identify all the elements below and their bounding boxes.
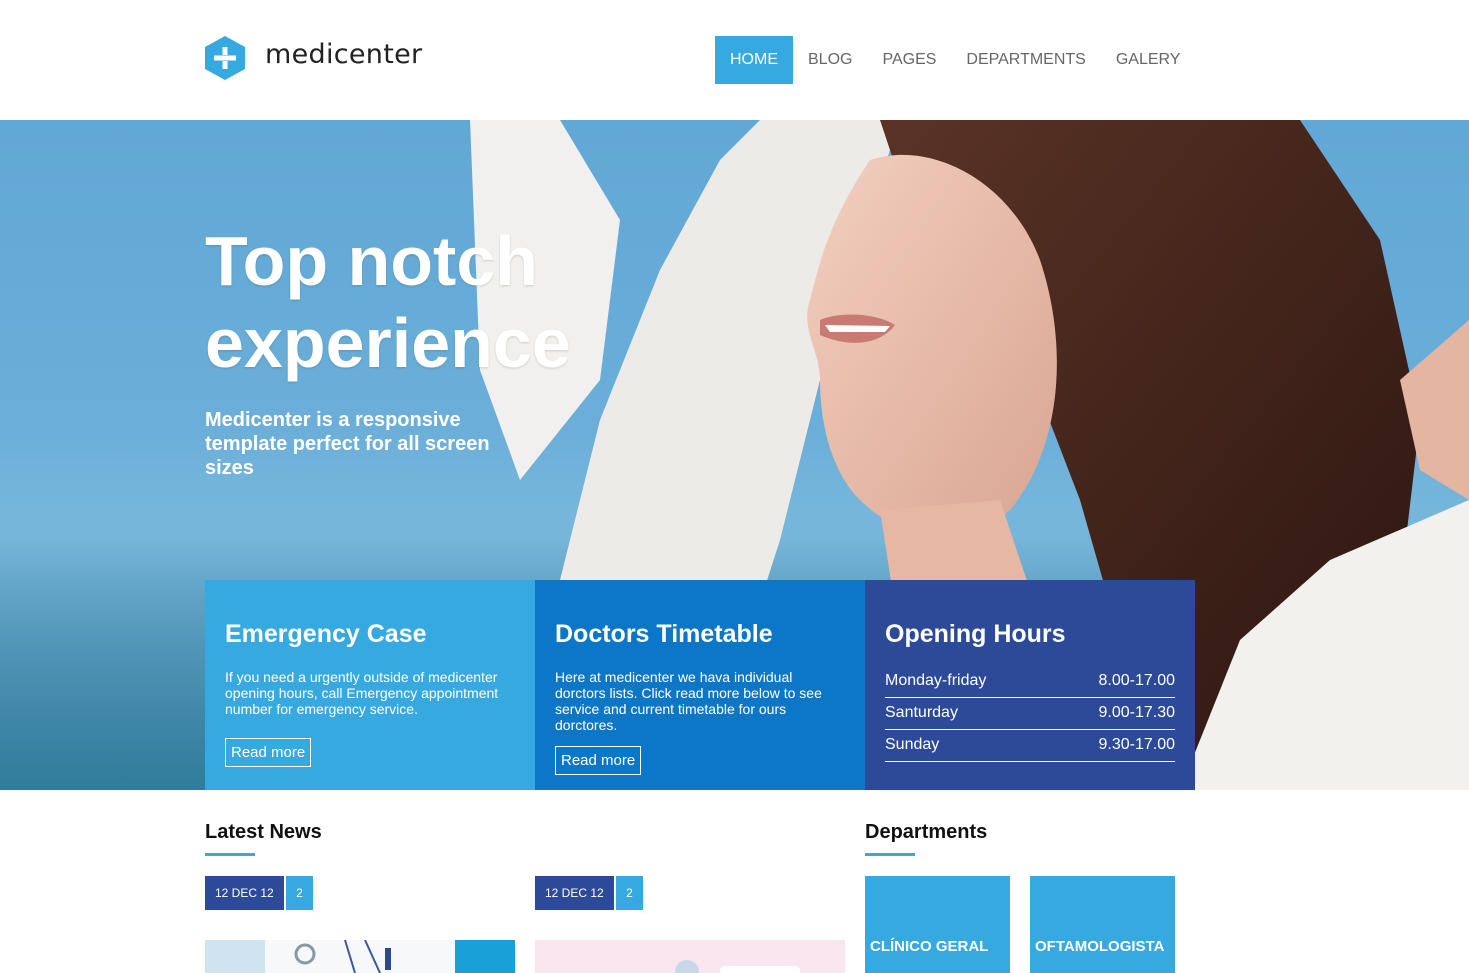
department-clinico-geral[interactable]: CLÍNICO GERAL <box>865 876 1010 973</box>
site-header: medicenter HOME BLOG PAGES DEPARTMENTS G… <box>0 0 1469 120</box>
hours-row: Monday-friday 8.00-17.00 <box>885 666 1175 698</box>
nav-pages[interactable]: PAGES <box>867 36 951 84</box>
news-thumbnail-clinic[interactable] <box>535 940 845 973</box>
news-date-badge: 12 DEC 12 <box>535 876 614 910</box>
hours-time: 8.00-17.00 <box>1098 672 1175 689</box>
hero-subtitle: Medicenter is a responsive template perf… <box>205 409 490 479</box>
main-nav: HOME BLOG PAGES DEPARTMENTS GALERY <box>715 36 1195 84</box>
hero-slider: Top notch experience Medicenter is a res… <box>0 120 1469 790</box>
news-comments-count[interactable]: 2 <box>616 876 643 910</box>
hours-row: Sunday 9.30-17.00 <box>885 730 1175 762</box>
hours-day: Sunday <box>885 736 940 753</box>
emergency-read-more-button[interactable]: Read more <box>225 738 312 767</box>
nav-home[interactable]: HOME <box>715 36 793 84</box>
emergency-text: If you need a urgently outside of medice… <box>225 669 499 717</box>
timetable-box: Doctors Timetable Here at medicenter we … <box>535 580 865 790</box>
nav-blog[interactable]: BLOG <box>793 36 867 84</box>
logo[interactable]: medicenter <box>205 36 422 80</box>
emergency-title: Emergency Case <box>225 620 427 648</box>
latest-news-underline <box>205 853 255 856</box>
hero-title-line-2: experience <box>205 304 571 382</box>
hero-title-line-1: Top notch <box>205 222 539 300</box>
emergency-box: Emergency Case If you need a urgently ou… <box>205 580 535 790</box>
doctor-image <box>205 940 515 973</box>
department-oftamologista[interactable]: OFTAMOLOGISTA <box>1030 876 1175 973</box>
timetable-read-more-button[interactable]: Read more <box>555 746 642 775</box>
medical-cross-logo-icon <box>205 36 245 80</box>
nav-galery[interactable]: GALERY <box>1101 36 1196 84</box>
hours-time: 9.30-17.00 <box>1098 736 1175 753</box>
news-date-badge: 12 DEC 12 <box>205 876 284 910</box>
departments-title: Departments <box>865 821 988 843</box>
opening-hours-list: Monday-friday 8.00-17.00 Santurday 9.00-… <box>885 666 1175 762</box>
hours-day: Santurday <box>885 704 958 721</box>
opening-hours-title: Opening Hours <box>885 620 1066 648</box>
news-thumbnail-doctor[interactable] <box>205 940 515 973</box>
brand-name: medicenter <box>265 38 423 70</box>
departments-underline <box>865 853 915 856</box>
news-comments-count[interactable]: 2 <box>286 876 313 910</box>
clinic-image <box>535 940 845 973</box>
hero-title: Top notch experience <box>205 220 805 384</box>
opening-hours-box: Opening Hours Monday-friday 8.00-17.00 S… <box>865 580 1195 790</box>
timetable-title: Doctors Timetable <box>555 620 773 648</box>
hours-day: Monday-friday <box>885 672 987 689</box>
hours-row: Santurday 9.00-17.30 <box>885 698 1175 730</box>
latest-news-title: Latest News <box>205 821 322 843</box>
timetable-text: Here at medicenter we hava individual do… <box>555 669 822 733</box>
hours-time: 9.00-17.30 <box>1098 704 1175 721</box>
nav-departments[interactable]: DEPARTMENTS <box>951 36 1100 84</box>
